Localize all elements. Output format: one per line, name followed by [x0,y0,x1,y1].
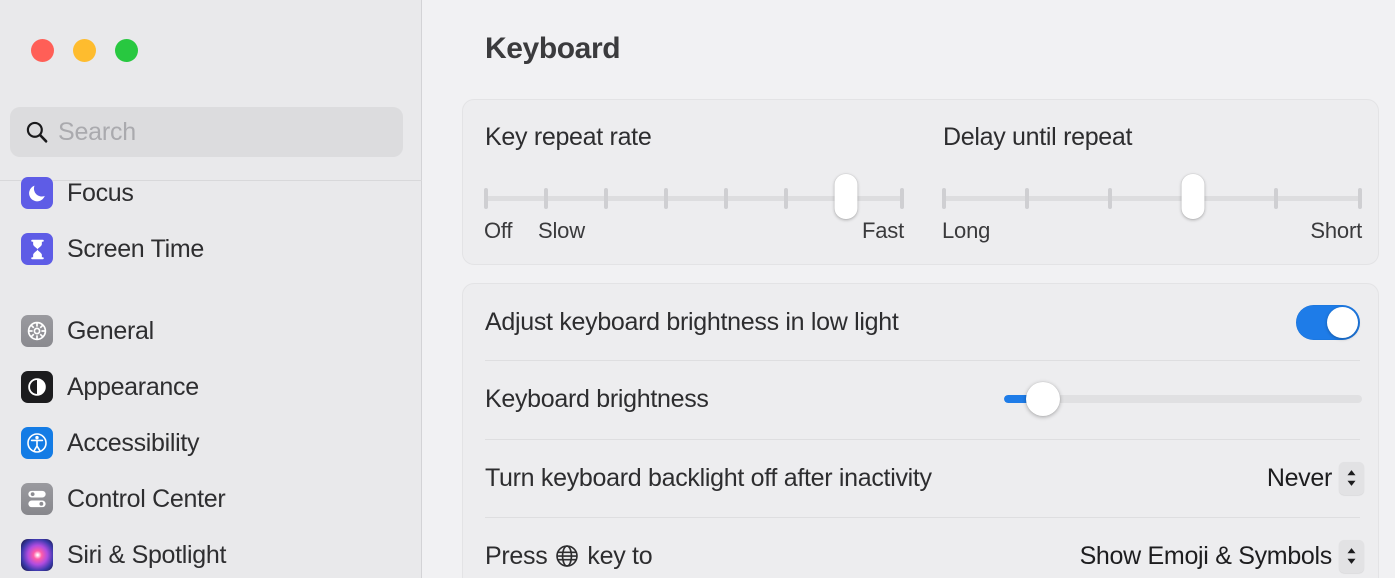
siri-orb-icon [21,539,53,571]
sidebar-item-label: Appearance [67,372,199,401]
row-label: Keyboard brightness [485,384,709,413]
scale-min-label: Off [484,218,513,243]
page-title: Keyboard [485,32,621,65]
keyboard-brightness-slider[interactable] [1004,382,1362,416]
row-adjust-brightness-low-light: Adjust keyboard brightness in low light [463,284,1380,360]
sidebar-item-siri-spotlight[interactable]: Siri & Spotlight [0,527,422,578]
popup-value: Show Emoji & Symbols [1079,541,1333,570]
focus-moon-icon [21,177,53,209]
chevron-up-down-icon[interactable] [1339,539,1364,573]
adjust-brightness-toggle[interactable] [1296,304,1360,340]
repeat-settings-card: Key repeat rate Off Slow Fast Delay unti… [462,99,1379,265]
delay-until-repeat-title: Delay until repeat [943,123,1133,151]
row-label-prefix: Press [485,541,548,570]
close-button[interactable] [31,39,54,62]
sidebar-item-label: General [67,316,154,345]
chevron-up-down-icon[interactable] [1339,461,1364,495]
key-repeat-rate-title: Key repeat rate [485,123,652,151]
key-repeat-rate-slider[interactable] [484,174,904,219]
accessibility-icon [21,427,53,459]
press-globe-key-popup[interactable]: Show Emoji & Symbols [1079,539,1364,573]
scale-min-label: Long [942,218,991,243]
sidebar-item-appearance[interactable]: Appearance [0,359,422,415]
row-keyboard-brightness: Keyboard brightness [463,361,1380,437]
sidebar-item-control-center[interactable]: Control Center [0,471,422,527]
sidebar-list: Focus Screen Time General Appearance Acc… [0,165,422,578]
system-settings-window: Search Focus Screen Time General Appeara… [0,0,1395,578]
slider-knob[interactable] [1026,382,1061,416]
row-label: Turn keyboard backlight off after inacti… [485,463,932,492]
content-pane: Keyboard Key repeat rate Off Slow Fast D… [422,0,1395,578]
row-press-globe-key-to: Press key to Show Emoji & Symbols [463,518,1380,578]
slider-track [942,196,1362,201]
scale-max-label: Fast [862,218,904,243]
sidebar-item-label: Siri & Spotlight [67,540,227,569]
sidebar-item-label: Control Center [67,484,226,513]
row-label-suffix: key to [587,541,653,570]
minimize-button[interactable] [73,39,96,62]
appearance-circle-icon [21,371,53,403]
sidebar-item-accessibility[interactable]: Accessibility [0,415,422,471]
sidebar-item-general[interactable]: General [0,303,422,359]
row-label: Press key to [485,541,653,571]
key-repeat-rate-scale: Off Slow Fast [484,218,904,246]
search-icon [26,121,48,143]
keyboard-options-card: Adjust keyboard brightness in low light … [462,283,1379,578]
popup-value: Never [1266,463,1332,492]
sidebar-item-label: Accessibility [67,428,200,457]
row-backlight-off-after-inactivity: Turn keyboard backlight off after inacti… [463,440,1380,516]
slider-knob[interactable] [1181,174,1205,219]
search-field[interactable]: Search [10,107,403,157]
toggle-thumb [1327,306,1358,338]
zoom-button[interactable] [115,39,138,62]
delay-until-repeat-group: Delay until repeat Long Short [921,100,1379,266]
sidebar: Search Focus Screen Time General Appeara… [0,0,422,578]
scale-second-label: Slow [538,218,585,243]
sidebar-item-label: Screen Time [67,234,205,263]
globe-icon [556,545,579,567]
gear-icon [21,315,53,347]
scale-max-label: Short [1310,218,1362,243]
search-placeholder: Search [58,117,137,146]
hourglass-icon [21,233,53,265]
key-repeat-rate-group: Key repeat rate Off Slow Fast [463,100,921,266]
delay-until-repeat-scale: Long Short [942,218,1362,246]
backlight-inactivity-popup[interactable]: Never [1266,461,1364,495]
sidebar-item-label: Focus [67,178,134,207]
sidebar-item-focus[interactable]: Focus [0,165,422,221]
row-label: Adjust keyboard brightness in low light [485,307,899,336]
window-traffic-lights [31,39,138,62]
sidebar-item-screen-time[interactable]: Screen Time [0,221,422,277]
slider-knob[interactable] [834,174,858,219]
control-center-icon [21,483,53,515]
delay-until-repeat-slider[interactable] [942,174,1362,219]
